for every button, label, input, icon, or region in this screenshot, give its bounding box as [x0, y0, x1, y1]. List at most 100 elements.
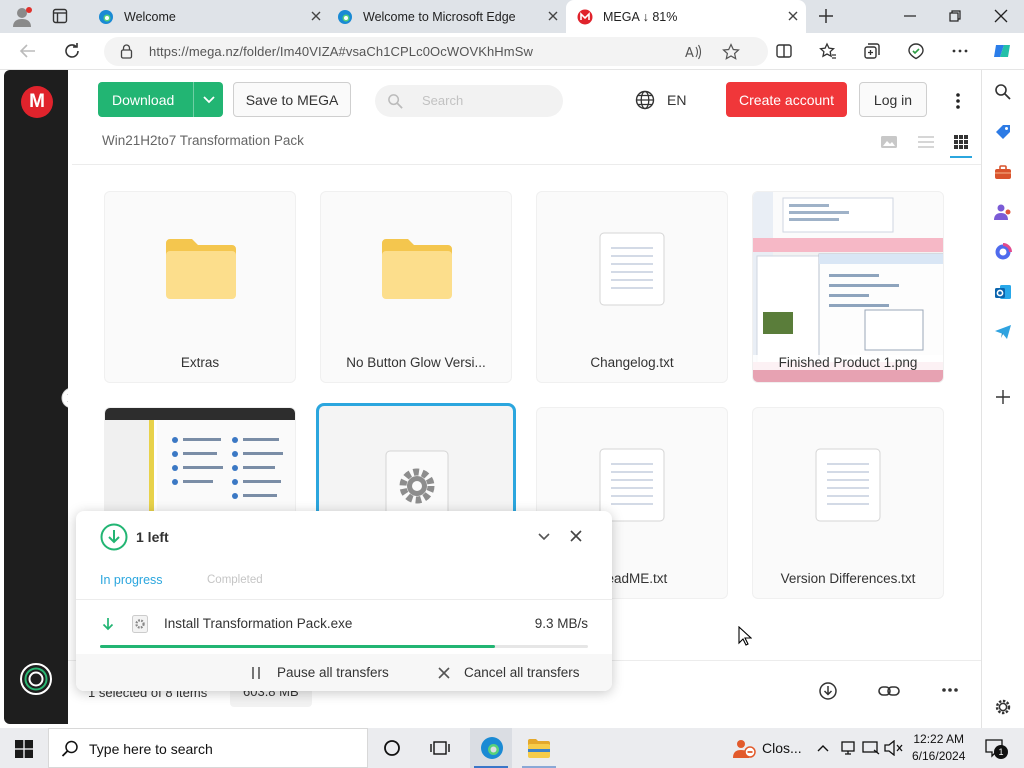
address-bar[interactable]: https://mega.nz/folder/Im40VIZA#vsaCh1CP…: [104, 37, 768, 66]
mega-logo[interactable]: M: [21, 86, 53, 118]
text-file-icon: [599, 448, 665, 522]
breadcrumb[interactable]: Win21H2to7 Transformation Pack: [102, 133, 304, 148]
taskbar-search-box[interactable]: Type here to search: [48, 728, 368, 768]
create-account-button[interactable]: Create account: [726, 82, 847, 117]
file-card-extras[interactable]: Extras: [104, 191, 296, 383]
office-icon[interactable]: [994, 243, 1012, 261]
edge-sidebar: [981, 70, 1024, 728]
cancel-icon: [438, 667, 450, 679]
collections-icon[interactable]: [863, 42, 881, 60]
mega-favicon-icon: [577, 9, 593, 24]
cortana-icon[interactable]: [383, 739, 401, 757]
mouse-cursor-icon: [738, 626, 752, 646]
transfer-actions-bar: Pause all transfers Cancel all transfers: [76, 654, 612, 691]
transfer-file-name: Install Transformation Pack.exe: [164, 616, 353, 631]
settings-gear-icon[interactable]: [994, 698, 1012, 716]
minimize-icon[interactable]: [902, 8, 918, 24]
tab-title: Welcome to Microsoft Edge: [363, 9, 516, 24]
chevron-up-icon[interactable]: [817, 743, 829, 752]
close-tab-icon[interactable]: [786, 9, 800, 23]
search-icon[interactable]: [994, 83, 1012, 101]
new-tab-icon[interactable]: [818, 8, 834, 24]
language-selector[interactable]: EN: [635, 90, 686, 110]
close-tab-icon[interactable]: [309, 9, 323, 23]
file-card-changelog[interactable]: Changelog.txt: [536, 191, 728, 383]
file-explorer-icon[interactable]: [527, 737, 551, 759]
taskbar-edge-active[interactable]: [470, 728, 512, 768]
media-view-icon[interactable]: [880, 134, 898, 150]
clock-time: 12:22 AM: [913, 732, 965, 746]
telegram-send-icon[interactable]: [994, 323, 1012, 341]
grid-view-active-underline: [950, 156, 972, 158]
tab-welcome[interactable]: Welcome: [86, 0, 329, 33]
download-button[interactable]: Download: [98, 82, 223, 117]
search-input[interactable]: Search: [375, 85, 563, 117]
refresh-icon[interactable]: [63, 42, 81, 60]
favorite-star-icon[interactable]: [722, 43, 740, 61]
tab-actions-icon[interactable]: [52, 8, 68, 24]
tools-icon[interactable]: [994, 163, 1012, 181]
grid-view-icon[interactable]: [953, 134, 969, 150]
edge-icon: [338, 9, 352, 24]
login-button[interactable]: Log in: [859, 82, 927, 117]
browser-tab-strip: Welcome Welcome to Microsoft Edge MEGA ↓…: [0, 0, 1024, 33]
close-tab-icon[interactable]: [546, 9, 560, 23]
add-icon[interactable]: [994, 388, 1012, 406]
windows-start-icon[interactable]: [15, 740, 33, 758]
task-view-icon[interactable]: [430, 739, 450, 757]
cancel-all-transfers-button[interactable]: Cancel all transfers: [464, 665, 580, 680]
close-panel-icon[interactable]: [570, 530, 582, 542]
display-icon[interactable]: [862, 740, 880, 756]
split-screen-icon[interactable]: [775, 42, 793, 60]
pause-all-transfers-button[interactable]: Pause all transfers: [277, 665, 389, 680]
tab-title: MEGA ↓ 81%: [603, 9, 678, 24]
svg-text:A: A: [685, 46, 694, 61]
search-placeholder: Search: [422, 93, 464, 108]
tab-completed[interactable]: Completed: [207, 574, 263, 586]
transfer-speed: 9.3 MB/s: [534, 616, 588, 631]
link-icon[interactable]: [878, 682, 900, 700]
back-icon[interactable]: [19, 42, 37, 60]
outlook-icon[interactable]: [994, 283, 1012, 301]
copilot-icon[interactable]: [992, 41, 1012, 61]
lock-icon[interactable]: [120, 44, 133, 59]
browser-essentials-icon[interactable]: [907, 42, 925, 60]
tab-mega[interactable]: MEGA ↓ 81%: [566, 0, 806, 33]
mega-account-icon[interactable]: [19, 662, 53, 696]
closing-app-icon[interactable]: [732, 738, 756, 760]
more-actions-icon[interactable]: [941, 687, 959, 693]
globe-icon: [635, 90, 655, 110]
read-aloud-icon[interactable]: A: [684, 43, 702, 61]
file-name: Changelog.txt: [590, 355, 674, 370]
folder-icon: [382, 239, 452, 299]
volume-muted-icon[interactable]: [884, 740, 904, 756]
file-card-version-differences[interactable]: Version Differences.txt: [752, 407, 944, 599]
taskbar-clock[interactable]: 12:22 AM 6/16/2024: [912, 731, 965, 765]
text-file-icon: [599, 232, 665, 306]
tab-in-progress[interactable]: In progress: [100, 573, 163, 587]
download-dropdown[interactable]: [193, 82, 223, 117]
collapse-chevron-icon[interactable]: [538, 532, 550, 542]
shopping-tag-icon[interactable]: [994, 123, 1012, 141]
taskbar-closing-label[interactable]: Clos...: [762, 740, 802, 756]
profile-icon[interactable]: [12, 6, 34, 28]
kebab-menu-icon[interactable]: [954, 92, 962, 110]
more-options-icon[interactable]: [951, 42, 969, 60]
restore-icon[interactable]: [947, 8, 963, 24]
url-text: https://mega.nz/folder/Im40VIZA#vsaCh1CP…: [149, 44, 533, 59]
close-window-icon[interactable]: [993, 8, 1009, 24]
favorites-icon[interactable]: [819, 42, 837, 60]
language-label: EN: [667, 92, 687, 108]
list-view-icon[interactable]: [917, 134, 935, 150]
tab-title: Welcome: [124, 9, 176, 24]
network-icon[interactable]: [840, 740, 856, 756]
tab-welcome-to-edge[interactable]: Welcome to Microsoft Edge: [327, 0, 566, 33]
file-name: Finished Product 1.png: [753, 355, 943, 370]
mega-left-rail: M: [4, 70, 68, 724]
text-file-icon: [815, 448, 881, 522]
download-circle-icon[interactable]: [819, 682, 837, 700]
save-to-mega-button[interactable]: Save to MEGA: [233, 82, 351, 117]
people-icon[interactable]: [994, 203, 1012, 221]
file-card-no-button-glow[interactable]: No Button Glow Versi...: [320, 191, 512, 383]
file-card-finished-product[interactable]: Finished Product 1.png: [752, 191, 944, 383]
